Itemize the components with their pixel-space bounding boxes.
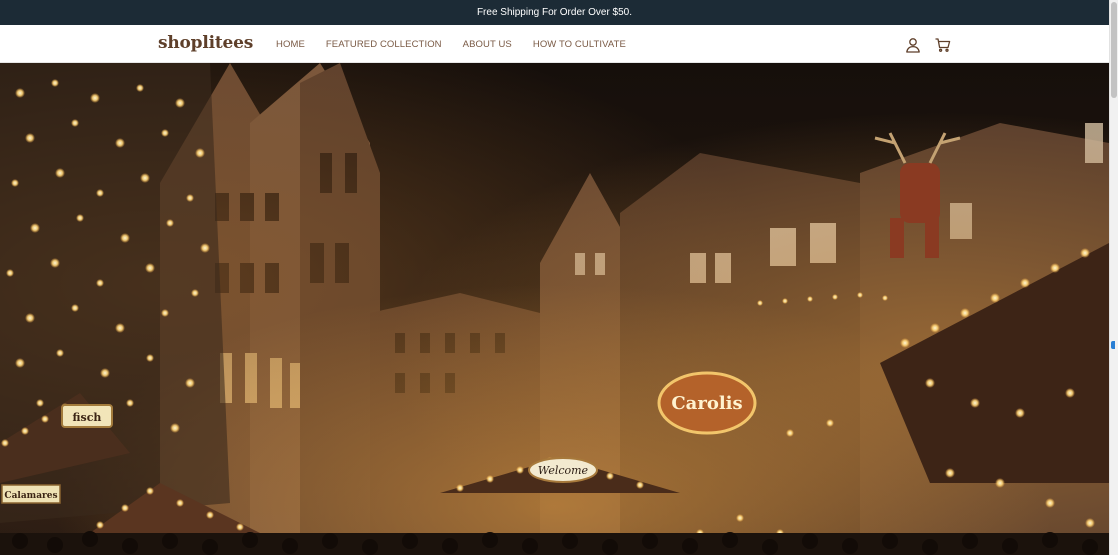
page-scrollbar[interactable] — [1109, 0, 1118, 555]
side-widget-tab[interactable] — [1111, 341, 1115, 349]
hero-sign-welcome: Welcome — [538, 464, 589, 477]
nav-home[interactable]: HOME — [276, 39, 305, 50]
cart-icon[interactable] — [934, 36, 952, 54]
site-logo[interactable]: shoplitees — [158, 33, 253, 53]
account-icon[interactable] — [904, 36, 922, 54]
nav-about-us[interactable]: ABOUT US — [463, 39, 512, 50]
header-icons — [904, 36, 964, 54]
main-nav: HOME FEATURED COLLECTION ABOUT US HOW TO… — [276, 25, 647, 63]
nav-how-to-cultivate[interactable]: HOW TO CULTIVATE — [533, 39, 626, 50]
hero-banner[interactable]: Carolis Welcome fisch Calamares — [0, 63, 1109, 555]
announcement-bar: Free Shipping For Order Over $50. — [0, 0, 1109, 25]
hero-sign-carolis: Carolis — [671, 393, 742, 414]
page: Free Shipping For Order Over $50. shopli… — [0, 0, 1118, 555]
hero-sign-calamares: Calamares — [4, 491, 57, 501]
nav-featured-collection[interactable]: FEATURED COLLECTION — [326, 39, 442, 50]
hero-sign-fisch: fisch — [73, 411, 102, 424]
announcement-text: Free Shipping For Order Over $50. — [476, 7, 633, 18]
hero-image: Carolis Welcome fisch Calamares — [0, 63, 1109, 555]
site-header: shoplitees HOME FEATURED COLLECTION ABOU… — [0, 25, 1109, 63]
scrollbar-thumb[interactable] — [1111, 2, 1117, 98]
